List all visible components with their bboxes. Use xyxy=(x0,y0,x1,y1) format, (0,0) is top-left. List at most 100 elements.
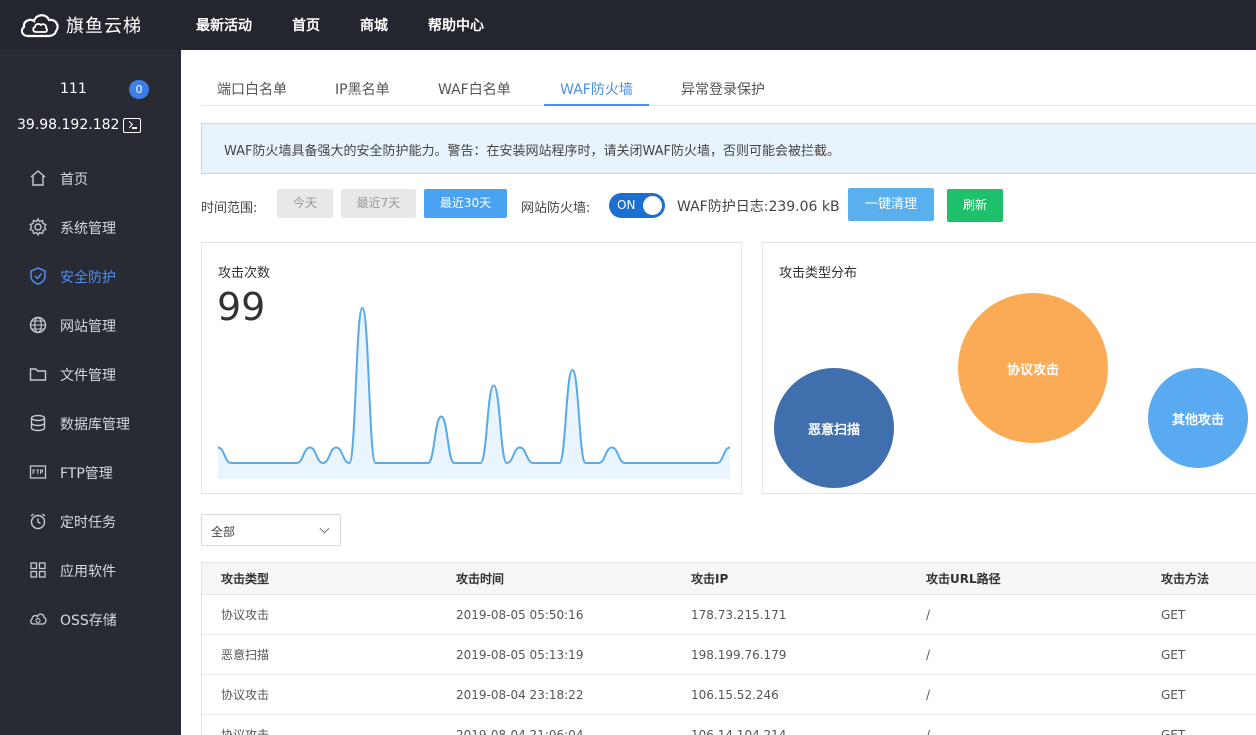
nav-store[interactable]: 商城 xyxy=(360,15,388,35)
cell-type: 恶意扫描 xyxy=(221,648,270,662)
sidebar-item-label: 首页 xyxy=(60,172,88,188)
cell-time: 2019-08-04 21:06:04 xyxy=(456,727,584,735)
firewall-toggle[interactable]: ON xyxy=(609,193,665,218)
cell-method: GET xyxy=(1161,607,1186,622)
col-attack-type: 攻击类型 xyxy=(221,572,270,586)
shield-icon xyxy=(28,266,48,286)
sidebar-item-label: 系统管理 xyxy=(60,221,116,237)
refresh-button[interactable]: 刷新 xyxy=(947,189,1003,222)
chevron-down-icon xyxy=(319,523,330,534)
cell-url: / xyxy=(926,647,931,662)
last-30-days-button[interactable]: 最近30天 xyxy=(424,189,507,218)
tab-waf-whitelist[interactable]: WAF白名单 xyxy=(438,79,511,106)
cell-type: 协议攻击 xyxy=(221,728,270,735)
cloud-storage-icon xyxy=(28,609,48,629)
bubble-other-attack[interactable]: 其他攻击 xyxy=(1148,368,1248,468)
cell-url: / xyxy=(926,727,931,735)
cell-ip: 106.14.104.214 xyxy=(691,727,787,735)
sidebar-item-scheduled-tasks[interactable]: 定时任务 xyxy=(0,501,181,541)
today-button[interactable]: 今天 xyxy=(277,189,333,218)
sidebar-item-label: 文件管理 xyxy=(60,368,116,384)
database-icon xyxy=(28,413,48,433)
sidebar-item-label: FTP管理 xyxy=(60,466,113,482)
cell-time: 2019-08-05 05:13:19 xyxy=(456,647,584,662)
sidebar-item-files[interactable]: 文件管理 xyxy=(0,354,181,394)
col-attack-method: 攻击方法 xyxy=(1161,572,1210,586)
logo[interactable]: 旗鱼云梯 xyxy=(18,6,142,44)
waf-log-label: WAF防护日志:239.06 kB xyxy=(677,196,840,216)
cell-url: / xyxy=(926,607,931,622)
col-attack-url: 攻击URL路径 xyxy=(926,572,1001,586)
toggle-state: ON xyxy=(617,198,636,212)
time-range-label: 时间范围: xyxy=(201,201,258,216)
cell-method: GET xyxy=(1161,647,1186,662)
toggle-knob xyxy=(643,196,662,215)
waf-log-title: WAF防护日志: xyxy=(677,199,769,215)
cell-url: / xyxy=(926,687,931,702)
tab-ip-blacklist[interactable]: IP黑名单 xyxy=(335,79,390,106)
attack-log-table: 攻击类型 攻击时间 攻击IP 攻击URL路径 攻击方法 协议攻击 2019-08… xyxy=(201,562,1256,735)
sidebar-item-label: OSS存储 xyxy=(60,613,117,629)
sidebar-item-label: 网站管理 xyxy=(60,319,116,335)
sidebar-item-system[interactable]: 系统管理 xyxy=(0,207,181,247)
server-ip: 39.98.192.182 xyxy=(17,117,120,133)
cell-type: 协议攻击 xyxy=(221,608,270,622)
terminal-icon[interactable] xyxy=(123,118,141,133)
home-icon xyxy=(28,168,48,188)
sidebar-item-label: 应用软件 xyxy=(60,564,116,580)
clock-icon xyxy=(28,511,48,531)
cell-type: 协议攻击 xyxy=(221,688,270,702)
chart-area xyxy=(218,308,730,479)
col-attack-ip: 攻击IP xyxy=(691,572,729,586)
panel-title: 攻击次数 xyxy=(218,266,271,281)
sidebar-item-database[interactable]: 数据库管理 xyxy=(0,403,181,443)
panel-title: 攻击类型分布 xyxy=(779,266,858,281)
table-row[interactable]: 协议攻击 2019-08-04 21:06:04 106.14.104.214 … xyxy=(202,715,1256,735)
top-nav: 最新活动 首页 商城 帮助中心 xyxy=(196,0,524,50)
alert-text: WAF防火墙具备强大的安全防护能力。警告：在安装网站程序时，请关闭WAF防火墙，… xyxy=(224,144,841,159)
cloud-logo-icon xyxy=(20,14,59,38)
table-row[interactable]: 恶意扫描 2019-08-05 05:13:19 198.199.76.179 … xyxy=(202,635,1256,675)
nav-home[interactable]: 首页 xyxy=(292,15,320,35)
cell-ip: 178.73.215.171 xyxy=(691,607,787,622)
cell-time: 2019-08-04 23:18:22 xyxy=(456,687,584,702)
nav-latest-activity[interactable]: 最新活动 xyxy=(196,15,252,35)
sidebar-item-home[interactable]: 首页 xyxy=(0,158,181,198)
bubble-malicious-scan[interactable]: 恶意扫描 xyxy=(774,368,894,488)
sidebar-item-label: 定时任务 xyxy=(60,515,116,531)
ftp-icon xyxy=(28,462,48,482)
cell-ip: 198.199.76.179 xyxy=(691,647,787,662)
table-row[interactable]: 协议攻击 2019-08-05 05:50:16 178.73.215.171 … xyxy=(202,595,1256,635)
nav-help-center[interactable]: 帮助中心 xyxy=(428,15,484,35)
tab-abnormal-login[interactable]: 异常登录保护 xyxy=(681,79,765,106)
tab-port-whitelist[interactable]: 端口白名单 xyxy=(217,79,287,106)
bubble-label: 协议攻击 xyxy=(1006,362,1059,378)
gear-icon xyxy=(28,217,48,237)
bubble-label: 恶意扫描 xyxy=(807,422,860,438)
folder-icon xyxy=(28,364,48,384)
clear-logs-button[interactable]: 一键清理 xyxy=(848,188,934,221)
attack-type-select[interactable]: 全部 xyxy=(201,514,341,546)
sidebar-item-website[interactable]: 网站管理 xyxy=(0,305,181,345)
bubble-label: 其他攻击 xyxy=(1171,412,1224,428)
tab-waf-firewall[interactable]: WAF防火墙 xyxy=(544,79,649,106)
sidebar-item-apps[interactable]: 应用软件 xyxy=(0,550,181,590)
table-row[interactable]: 协议攻击 2019-08-04 23:18:22 106.15.52.246 /… xyxy=(202,675,1256,715)
sidebar-item-label: 安全防护 xyxy=(60,270,116,286)
security-tabs: 端口白名单 IP黑名单 WAF白名单 WAF防火墙 异常登录保护 xyxy=(201,75,1256,106)
last-7-days-button[interactable]: 最近7天 xyxy=(341,189,416,218)
sidebar-item-ftp[interactable]: FTP管理 xyxy=(0,452,181,492)
bubble-protocol-attack[interactable]: 协议攻击 xyxy=(958,293,1108,443)
user-name: 111 xyxy=(60,81,87,97)
col-attack-time: 攻击时间 xyxy=(456,572,505,586)
globe-icon xyxy=(28,315,48,335)
cell-method: GET xyxy=(1161,687,1186,702)
attack-count-chart xyxy=(217,306,731,479)
sidebar-item-security[interactable]: 安全防护 xyxy=(0,256,181,296)
chart-line xyxy=(217,306,731,465)
sidebar-item-oss[interactable]: OSS存储 xyxy=(0,599,181,639)
top-bar: 旗鱼云梯 最新活动 首页 商城 帮助中心 xyxy=(0,0,1256,50)
select-value: 全部 xyxy=(211,525,236,539)
notification-badge[interactable]: 0 xyxy=(129,80,149,99)
cell-ip: 106.15.52.246 xyxy=(691,687,779,702)
